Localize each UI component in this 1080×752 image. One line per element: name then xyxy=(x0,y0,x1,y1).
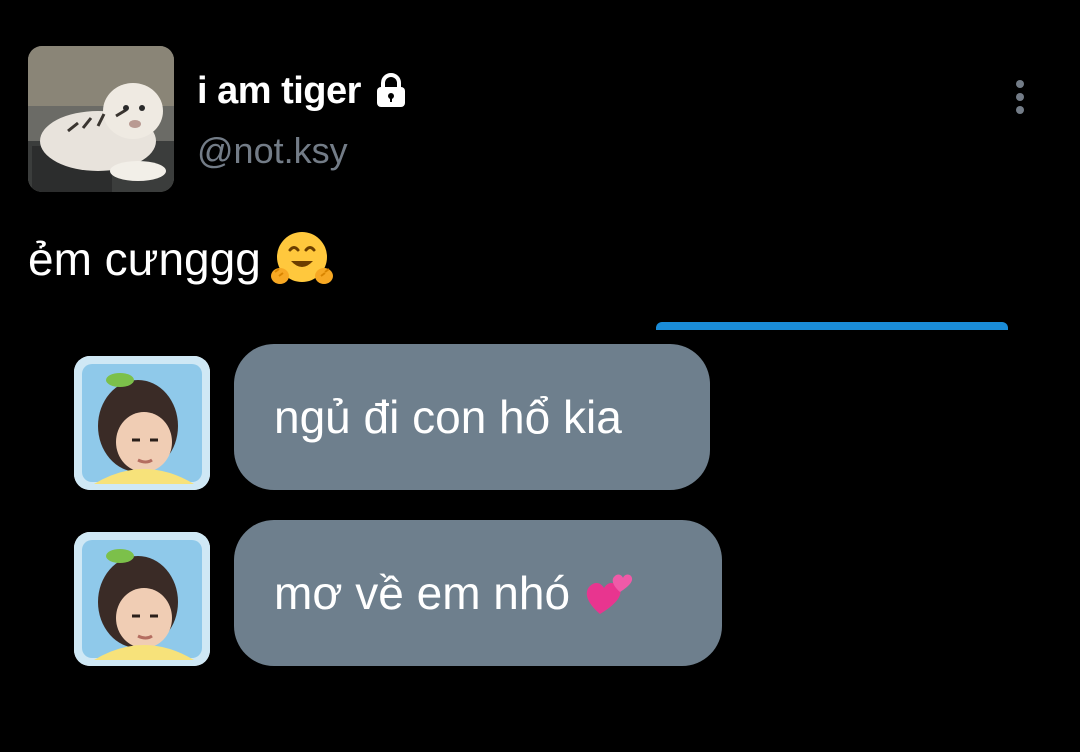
accent-bar xyxy=(656,322,1008,330)
more-options-icon[interactable] xyxy=(1008,78,1032,118)
hugging-face-emoji-icon xyxy=(270,228,333,290)
chat-screenshot: ngủ đi con hổ kia mơ về em nhó xyxy=(0,318,1080,752)
two-hearts-emoji-icon xyxy=(584,570,634,616)
name-row: i am tiger xyxy=(197,66,411,116)
tweet-text: ẻm cưnggg xyxy=(28,228,333,290)
message-bubble: ngủ đi con hổ kia xyxy=(234,344,710,490)
user-handle[interactable]: @not.ksy xyxy=(197,130,348,172)
tweet-text-content: ẻm cưnggg xyxy=(28,233,261,285)
profile-avatar[interactable] xyxy=(28,46,174,192)
display-name[interactable]: i am tiger xyxy=(197,70,361,113)
message-text: ngủ đi con hổ kia xyxy=(274,391,622,443)
message-avatar xyxy=(74,532,210,666)
message-bubble: mơ về em nhó xyxy=(234,520,722,666)
message-avatar xyxy=(74,356,210,490)
lock-icon xyxy=(371,71,411,111)
tweet-header: i am tiger @not.ksy xyxy=(28,46,1052,194)
message-text: mơ về em nhó xyxy=(274,567,571,619)
